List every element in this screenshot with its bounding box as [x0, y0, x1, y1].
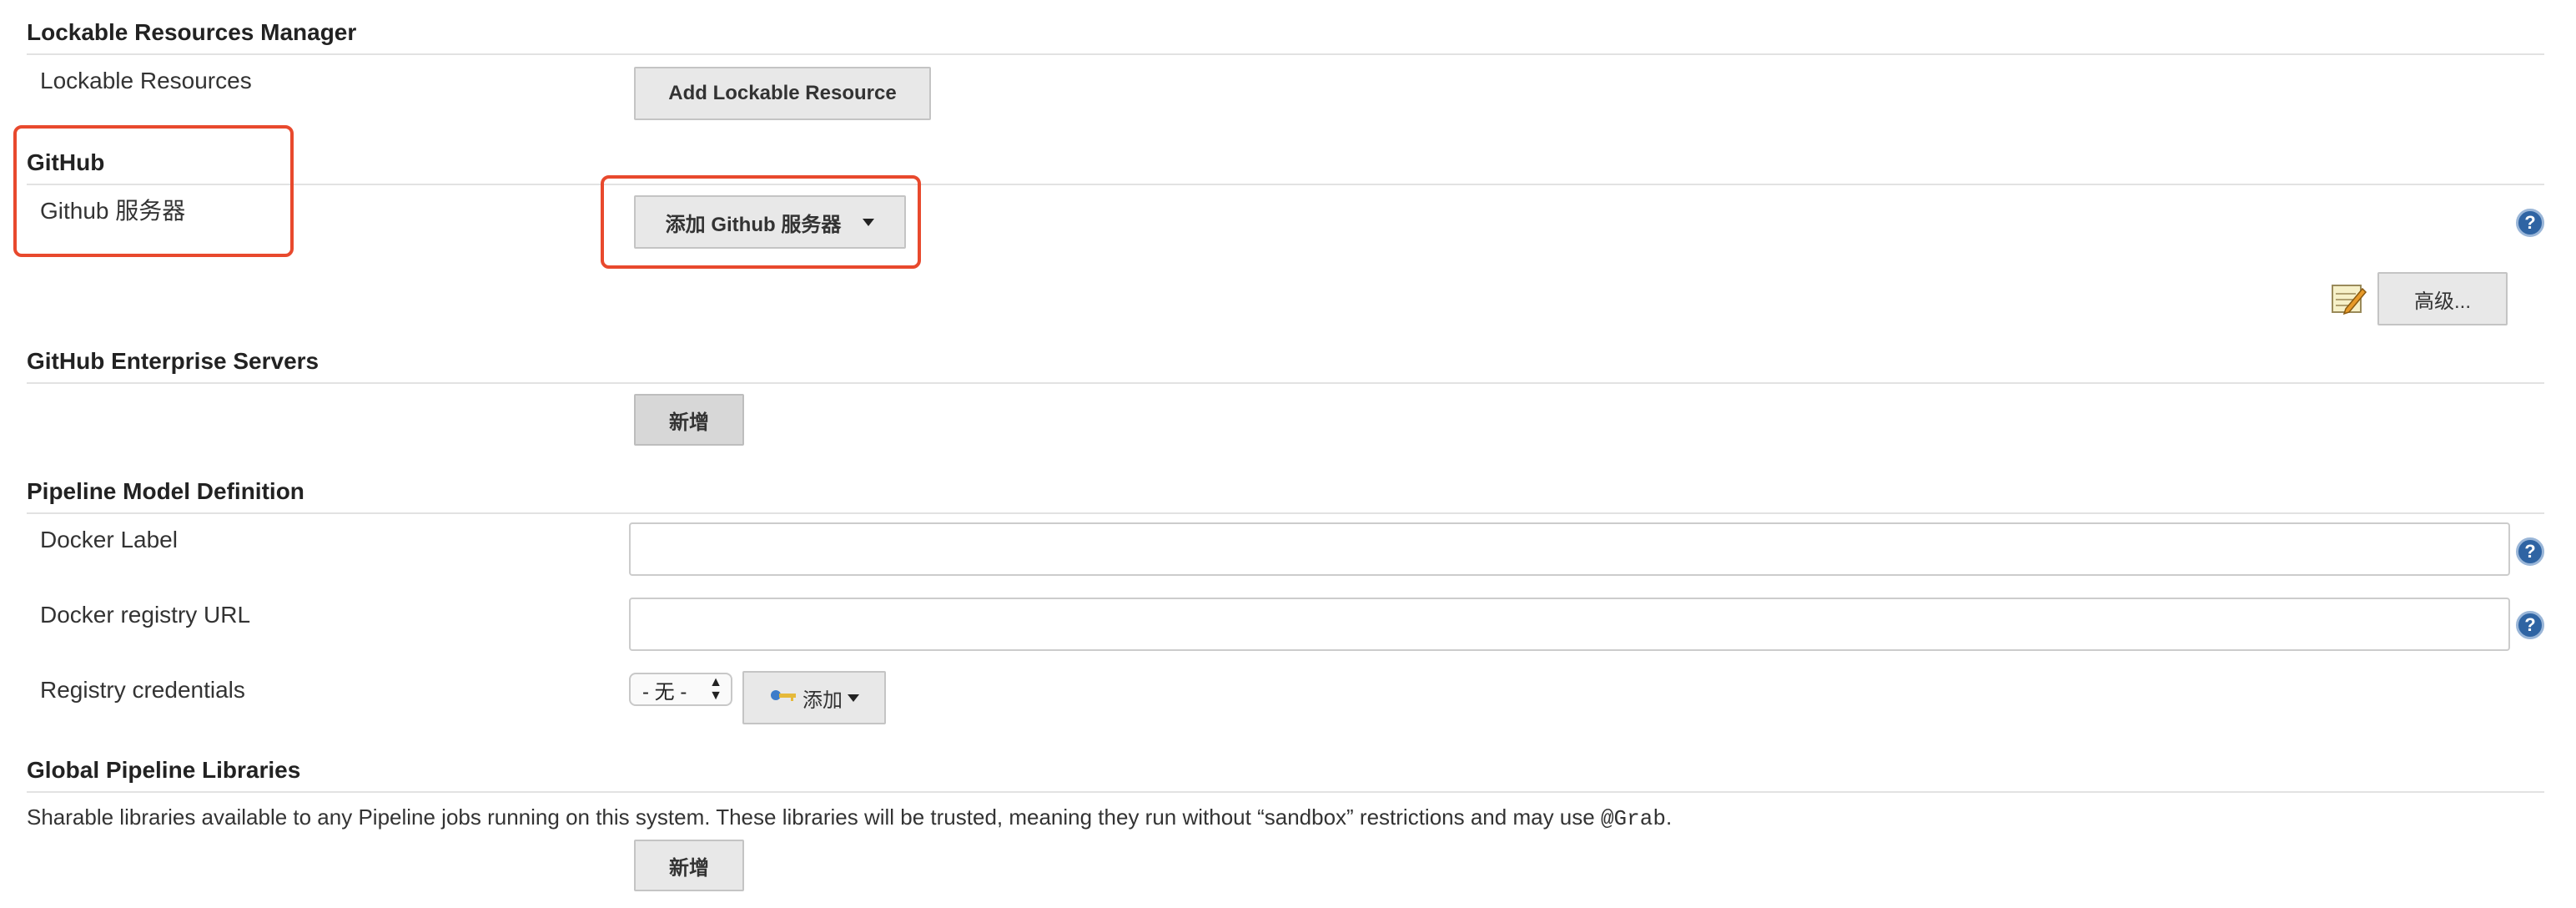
description-suffix: .: [1665, 805, 1673, 830]
advanced-button[interactable]: 高级...: [2377, 272, 2508, 325]
section-header-pipeline-model-definition: Pipeline Model Definition: [27, 477, 2544, 514]
help-icon[interactable]: ?: [2516, 611, 2544, 639]
add-enterprise-server-button[interactable]: 新增: [634, 394, 744, 446]
notepad-edit-icon: [2329, 279, 2367, 317]
add-credentials-button[interactable]: 添加: [742, 671, 886, 724]
grab-code: @Grab: [1600, 806, 1666, 831]
add-github-server-highlight: [601, 175, 921, 269]
select-arrows-icon: ▲ ▼: [709, 675, 722, 703]
docker-registry-url-label: Docker registry URL: [40, 602, 251, 628]
registry-credentials-select[interactable]: - 无 - ▲ ▼: [629, 673, 732, 706]
section-header-github: GitHub: [27, 149, 2544, 185]
add-library-button[interactable]: 新增: [634, 840, 744, 891]
github-section-highlight: [13, 125, 294, 257]
registry-credentials-selected: - 无 -: [642, 680, 687, 704]
key-icon: [769, 686, 797, 709]
global-libraries-description: Sharable libraries available to any Pipe…: [27, 803, 1672, 833]
description-text: Sharable libraries available to any Pipe…: [27, 805, 1601, 830]
section-header-lockable-resources-manager: Lockable Resources Manager: [27, 18, 2544, 55]
add-lockable-resource-button[interactable]: Add Lockable Resource: [634, 67, 931, 120]
help-icon[interactable]: ?: [2516, 537, 2544, 566]
help-icon[interactable]: ?: [2516, 209, 2544, 237]
docker-registry-url-input[interactable]: [629, 598, 2510, 651]
docker-label-label: Docker Label: [40, 527, 178, 552]
chevron-down-icon: [848, 694, 859, 702]
docker-label-input[interactable]: [629, 522, 2510, 576]
section-header-github-enterprise-servers: GitHub Enterprise Servers: [27, 347, 2544, 384]
add-credentials-label: 添加: [802, 689, 843, 712]
registry-credentials-label: Registry credentials: [40, 677, 245, 703]
section-header-global-pipeline-libraries: Global Pipeline Libraries: [27, 756, 2544, 793]
lockable-resources-label: Lockable Resources: [40, 68, 252, 93]
